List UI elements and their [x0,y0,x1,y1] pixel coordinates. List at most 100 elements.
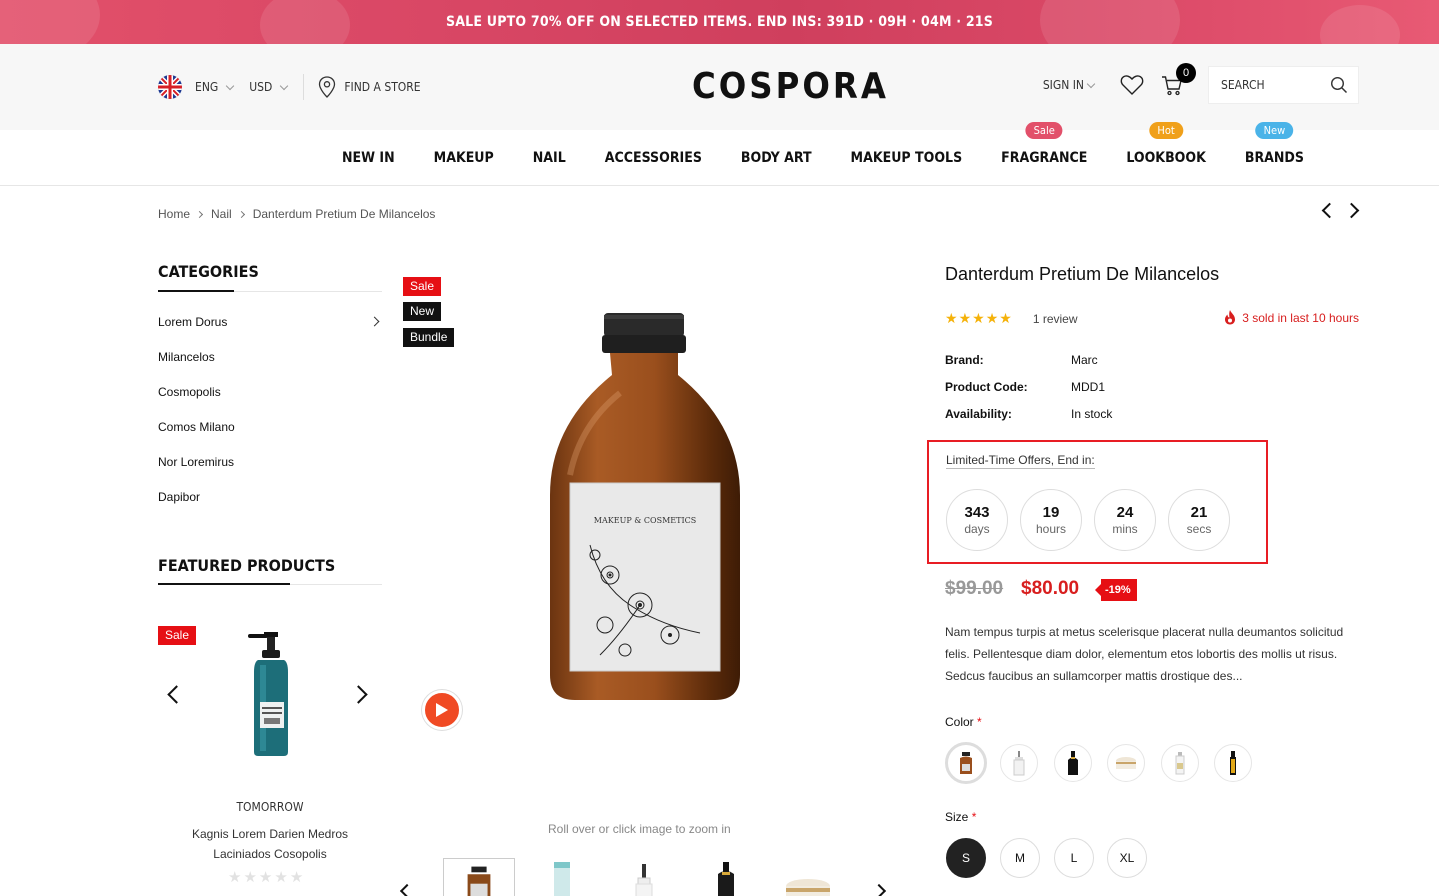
size-option-s[interactable]: S [946,838,986,878]
next-product-button[interactable] [1343,202,1360,219]
spec-label: Product Code: [945,380,1028,394]
nav-item-makeup-tools[interactable]: MAKEUP TOOLS [851,150,963,166]
category-list: Lorem Dorus Milancelos Cosmopolis Comos … [158,315,382,525]
countdown-days: 343 days [946,489,1008,551]
search-input[interactable] [1221,78,1321,92]
sold-indicator: 3 sold in last 10 hours [1224,310,1359,325]
thumbnail-2[interactable] [526,858,598,896]
chevron-right-icon[interactable] [871,883,887,896]
currency-label: USD [249,80,273,94]
nav-item-label: MAKEUP [433,150,494,166]
sold-text: 3 sold in last 10 hours [1242,310,1359,325]
product-description: Nam tempus turpis at metus scelerisque p… [945,625,1344,683]
category-label: Cosmopolis [158,385,221,399]
nav-item-accessories[interactable]: ACCESSORIES [605,150,702,166]
category-item[interactable]: Milancelos [158,350,382,385]
nav-item-brands[interactable]: BRANDS New [1244,122,1304,166]
color-swatch-gold[interactable] [1214,744,1252,782]
nav-badge-new: New [1255,122,1294,139]
nav-item-label: BRANDS [1244,150,1304,166]
color-label: Color * [945,715,982,729]
size-option-xl[interactable]: XL [1107,838,1147,878]
breadcrumb-home[interactable]: Home [158,207,190,221]
featured-product-name[interactable]: Kagnis Lorem Darien Medros Laciniados Co… [170,824,370,864]
breadcrumb-current: Danterdum Pretium De Milancelos [252,207,436,221]
spec-label: Availability: [945,407,1012,421]
color-swatch-clear[interactable] [1161,744,1199,782]
color-swatch-amber[interactable] [945,742,987,784]
breadcrumb: Home Nail Danterdum Pretium De Milancelo… [158,207,435,221]
thumbnail-5[interactable] [772,858,844,896]
product-rating[interactable]: ★★★★★ 1 review [945,310,1078,327]
spec-label: Brand: [945,353,984,367]
featured-product-image[interactable] [240,630,300,760]
required-mark: * [977,715,982,729]
chevron-right-icon[interactable] [369,316,380,327]
sign-in-dropdown[interactable]: SIGN IN [1042,78,1096,92]
spec-brand: Brand: Marc [945,353,1098,367]
nav-item-nail[interactable]: NAIL [533,150,566,166]
nav-item-fragrance[interactable]: FRAGRANCE Sale [1001,122,1087,166]
color-swatch-black[interactable] [1054,744,1092,782]
spec-availability: Availability: In stock [945,407,1112,421]
currency-selector[interactable]: USD [249,80,289,94]
wishlist-button[interactable] [1118,71,1146,99]
category-item[interactable]: Cosmopolis [158,385,382,420]
star-icon: ★ [972,310,986,326]
nav-badge-hot: Hot [1149,122,1183,139]
brand-value[interactable]: Marc [1071,353,1098,367]
featured-prev-button[interactable] [167,685,186,704]
thumbnail-4[interactable] [690,858,762,896]
color-swatch-white-pump[interactable] [1000,744,1038,782]
chevron-right-icon [349,685,368,704]
thumbnail-3[interactable] [608,858,680,896]
main-product-image[interactable]: MAKEUP & COSMETICS [540,305,750,705]
prev-product-button[interactable] [1321,202,1338,219]
sign-in-label: SIGN IN [1042,78,1084,92]
category-item[interactable]: Lorem Dorus [158,315,382,350]
chevron-right-icon [1343,202,1360,219]
chevron-left-icon [167,685,186,704]
promo-text: SALE UPTO 70% OFF ON SELECTED ITEMS. END… [445,14,994,30]
nav-item-makeup[interactable]: MAKEUP [434,150,494,166]
nav-item-lookbook[interactable]: LOOKBOOK Hot [1126,122,1206,166]
color-label-text: Color [945,715,974,729]
nav-item-new-in[interactable]: NEW IN [342,150,395,166]
find-store-link[interactable]: FIND A STORE [318,76,421,98]
nav-item-label: NAIL [532,150,566,166]
chevron-down-icon [1086,79,1096,88]
category-label: Milancelos [158,350,215,364]
size-label-text: Size [945,810,969,824]
play-video-button[interactable] [422,690,462,730]
featured-products-title: FEATURED PRODUCTS [158,556,336,575]
review-count[interactable]: 1 review [1033,312,1078,326]
star-icon: ★ [243,869,257,886]
divider [158,290,382,292]
main-navigation: NEW IN MAKEUP NAIL ACCESSORIES BODY ART MAKEU… [0,122,1439,186]
thumbnail-1[interactable] [443,858,515,896]
site-logo[interactable]: COSPORA [692,66,889,107]
nav-item-body-art[interactable]: BODY ART [741,150,812,166]
divider [158,583,382,585]
featured-next-button[interactable] [349,685,368,704]
search-icon[interactable] [1330,76,1348,94]
language-selector[interactable]: ENG [158,75,235,99]
cart-button[interactable]: 0 [1158,63,1196,99]
size-option-m[interactable]: M [1000,838,1040,878]
breadcrumb-nail[interactable]: Nail [211,207,232,221]
size-option-l[interactable]: L [1054,838,1094,878]
chevron-left-icon[interactable] [399,883,415,896]
play-icon [436,703,448,717]
search-box [1208,66,1359,104]
category-item[interactable]: Dapibor [158,490,382,525]
star-icon: ★ [945,310,959,326]
product-title: Danterdum Pretium De Milancelos [945,264,1220,284]
category-item[interactable]: Nor Loremirus [158,455,382,490]
swatch-amber-bottle-icon [960,752,972,774]
code-value: MDD1 [1071,380,1106,394]
thumbnail-strip [399,856,890,896]
category-item[interactable]: Comos Milano [158,420,382,455]
featured-product-vendor[interactable]: TOMORROW [158,800,382,814]
swatch-white-pump-icon [1013,751,1025,776]
color-swatch-cream-jar[interactable] [1107,744,1145,782]
